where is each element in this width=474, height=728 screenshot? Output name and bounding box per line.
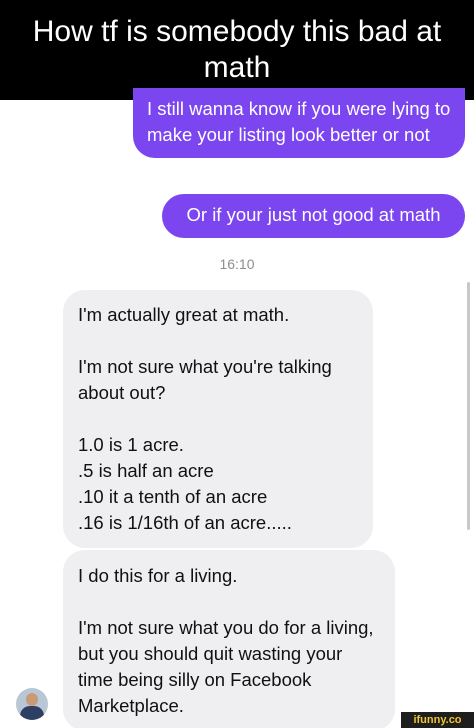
received-message[interactable]: I'm actually great at math. I'm not sure…: [63, 290, 373, 548]
message-paragraph: I'm not sure what you're talking about o…: [78, 356, 332, 403]
received-message[interactable]: I do this for a living. I'm not sure wha…: [63, 550, 395, 728]
avatar-body: [20, 706, 44, 720]
avatar-head: [26, 693, 38, 706]
watermark-logo: ifunny.co: [401, 712, 474, 728]
message-text: I still wanna know if you were lying to …: [147, 98, 451, 145]
message-timestamp: 16:10: [219, 256, 255, 272]
sent-message[interactable]: Or if your just not good at math: [162, 194, 465, 238]
sender-avatar[interactable]: [16, 688, 48, 720]
message-paragraph: I'm actually great at math.: [78, 304, 290, 325]
message-text: Or if your just not good at math: [186, 204, 441, 225]
message-paragraph: 1.0 is 1 acre. .5 is half an acre .10 it…: [78, 434, 292, 533]
message-paragraph: I do this for a living.: [78, 565, 238, 586]
sent-message[interactable]: I still wanna know if you were lying to …: [133, 88, 465, 158]
chat-thread: I still wanna know if you were lying to …: [0, 88, 474, 728]
scrollbar[interactable]: [467, 282, 470, 530]
message-paragraph: I'm not sure what you do for a living, b…: [78, 617, 374, 716]
meme-caption: How tf is somebody this bad at math: [0, 0, 474, 100]
